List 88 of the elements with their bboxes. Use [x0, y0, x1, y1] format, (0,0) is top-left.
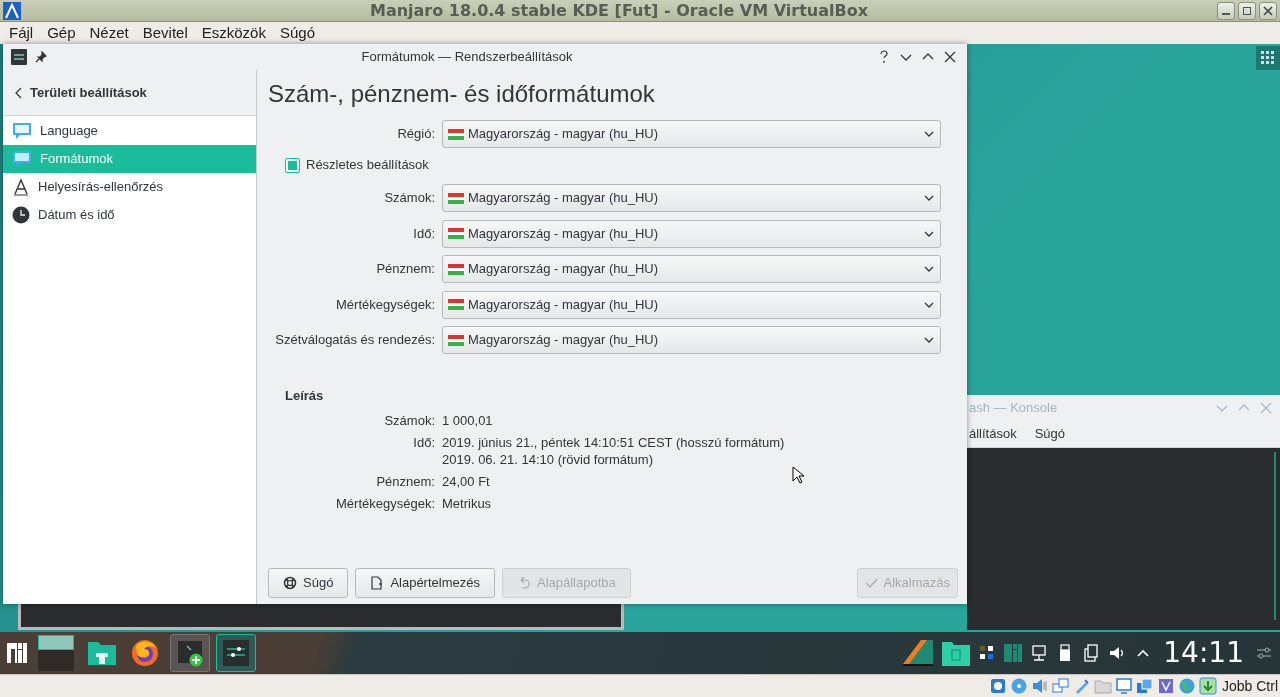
menu-item[interactable]: Gép	[47, 21, 76, 45]
dialog-button[interactable]: Alapértelmezés	[355, 568, 495, 598]
info-value: 2019. június 21., péntek 14:10:51 CEST (hosszú formátum)	[442, 433, 785, 451]
trash-folder-icon[interactable]	[941, 639, 972, 667]
field-label: Régió:	[396, 125, 435, 144]
menu-item[interactable]: Bevitel	[142, 21, 188, 45]
info-value: 24,00 Ft	[442, 472, 490, 490]
display-icon[interactable]	[1114, 677, 1133, 695]
flag-icon	[448, 192, 464, 204]
field-label: Szétválogatás és rendezés:	[274, 331, 435, 350]
page-heading: Szám-, pénznem- és időformátumok	[268, 79, 656, 109]
sidebar-item[interactable]: Language	[3, 117, 256, 145]
host-key-label: Jobb Ctrl	[1221, 676, 1278, 696]
info-label: Idő:	[412, 433, 435, 452]
clock-icon	[12, 206, 30, 224]
checkmark-icon	[864, 578, 878, 588]
menu-item[interactable]: Fájl	[9, 21, 34, 45]
dialog-button[interactable]: Súgó	[268, 568, 349, 598]
sidebar-item[interactable]: Helyesírás-ellenőrzés	[3, 173, 256, 201]
menu-item[interactable]: Súgó	[279, 21, 315, 45]
audio-icon[interactable]	[1030, 677, 1049, 695]
info-label: Számok:	[383, 411, 435, 429]
close-icon	[1263, 5, 1273, 16]
lifebuoy-icon	[283, 576, 297, 590]
help-icon[interactable]	[877, 50, 891, 64]
flag-icon	[448, 263, 464, 275]
mouse-cursor-icon	[792, 466, 804, 484]
document-icon	[370, 576, 385, 590]
dropdown[interactable]: Magyarország - magyar (hu_HU)	[442, 326, 941, 354]
desktop-pager[interactable]	[38, 635, 74, 671]
browser-icon[interactable]	[130, 638, 160, 668]
logo-icon[interactable]	[1003, 643, 1024, 663]
widget-menu-button[interactable]	[1256, 46, 1280, 70]
field-label: Számok:	[383, 189, 435, 208]
flag-icon	[448, 334, 464, 346]
menu-item[interactable]: állítások	[969, 423, 1017, 444]
info-label: Pénznem:	[375, 472, 435, 490]
chevron-down-icon	[924, 301, 934, 308]
window-title: ash — Konsole	[969, 398, 1059, 417]
chevron-down-icon	[924, 195, 934, 201]
chevron-left-icon	[15, 86, 22, 99]
section-title: Leírás	[285, 387, 325, 405]
letter-a-icon	[12, 178, 30, 196]
download-icon[interactable]	[1198, 677, 1217, 695]
grid-icon	[1261, 51, 1275, 65]
dropdown[interactable]: Magyarország - magyar (hu_HU)	[442, 120, 941, 148]
chevron-down-icon	[924, 230, 934, 237]
minimize-button[interactable]	[1217, 1, 1235, 20]
settings-task-button[interactable]	[216, 634, 256, 672]
field-label: Mértékegységek:	[335, 295, 435, 314]
app-logo-icon	[3, 1, 21, 20]
start-menu-icon[interactable]	[6, 642, 28, 664]
info-value: Metrikus	[442, 494, 492, 512]
clock[interactable]: 14:11	[1159, 639, 1248, 667]
menu-item[interactable]: Súgó	[1034, 423, 1066, 444]
back-button[interactable]: Területi beállítások	[15, 82, 147, 103]
checkbox[interactable]	[285, 157, 300, 173]
menu-item[interactable]: Nézet	[89, 21, 129, 45]
field-label: Idő:	[412, 224, 435, 243]
terminal-add-icon	[176, 639, 204, 667]
checkbox-label: Részletes beállítások	[306, 156, 429, 175]
restore-button[interactable]	[1238, 1, 1256, 20]
chevron-down-icon	[924, 131, 934, 137]
chevron-down-icon	[924, 337, 934, 343]
sliders-icon	[223, 640, 249, 666]
terminal-task-button[interactable]	[170, 634, 210, 672]
dropdown[interactable]: Magyarország - magyar (hu_HU)	[442, 255, 941, 283]
dropdown[interactable]: Magyarország - magyar (hu_HU)	[442, 184, 941, 212]
sidebar-item[interactable]: Dátum és idő	[3, 201, 256, 229]
info-label: Mértékegységek:	[335, 494, 435, 512]
field-label: Pénznem:	[375, 260, 435, 279]
close-icon[interactable]	[943, 50, 957, 64]
flag-icon	[448, 128, 464, 140]
speech-bubble-icon	[12, 150, 32, 168]
chevron-down-icon	[924, 266, 934, 272]
flag-icon	[448, 299, 464, 310]
speech-bubble-icon	[12, 122, 32, 140]
info-value: 2019. 06. 21. 14:10 (rövid formátum)	[442, 450, 653, 468]
info-value: 1 000,01	[442, 411, 493, 429]
settings-app-icon	[11, 49, 27, 65]
window-title: Manjaro 18.0.4 stable KDE [Fut] - Oracle VM VirtualBox	[368, 0, 869, 22]
pin-icon[interactable]	[35, 51, 47, 63]
window-title: Formátumok — Rendszerbeállítások	[360, 48, 574, 67]
dropdown[interactable]: Magyarország - magyar (hu_HU)	[442, 290, 941, 319]
flag-icon	[448, 228, 464, 239]
close-button[interactable]	[1259, 1, 1277, 20]
menu-item[interactable]: Eszközök	[201, 21, 266, 45]
dropdown[interactable]: Magyarország - magyar (hu_HU)	[442, 219, 941, 248]
